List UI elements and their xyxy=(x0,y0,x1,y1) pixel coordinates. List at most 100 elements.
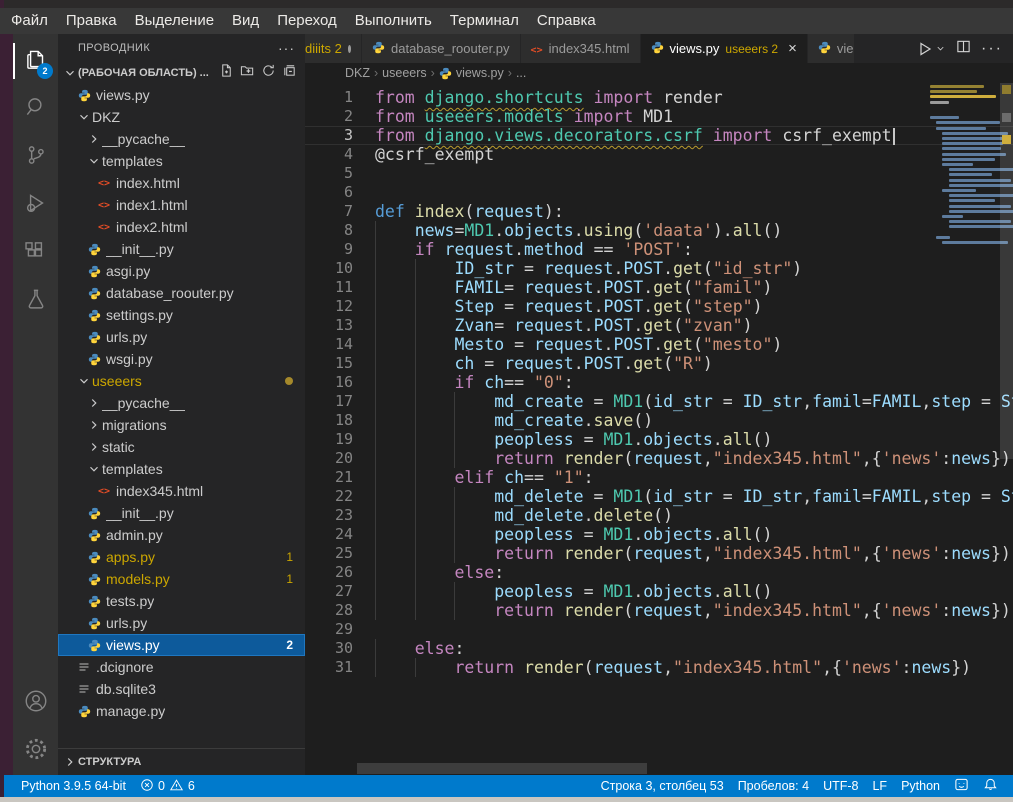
menu-item[interactable]: Правка xyxy=(57,8,126,34)
breadcrumb-segment[interactable]: ... xyxy=(516,66,526,80)
menu-item[interactable]: Выделение xyxy=(126,8,223,34)
tree-item-__init__.py[interactable]: __init__.py xyxy=(58,502,305,524)
outline-section-header[interactable]: СТРУКТУРА xyxy=(58,748,305,775)
horizontal-scrollbar-thumb[interactable] xyxy=(357,763,647,774)
notifications-button[interactable] xyxy=(976,777,1005,795)
tree-item-db.sqlite3[interactable]: db.sqlite3 xyxy=(58,678,305,700)
tree-item-__pycache__[interactable]: __pycache__ xyxy=(58,392,305,414)
tree-item-asgi.py[interactable]: asgi.py xyxy=(58,260,305,282)
horizontal-scrollbar[interactable] xyxy=(305,763,1000,775)
encoding-status[interactable]: UTF-8 xyxy=(816,777,865,795)
settings-button[interactable] xyxy=(13,727,58,775)
menu-item[interactable]: Выполнить xyxy=(346,8,441,34)
tree-item-migrations[interactable]: migrations xyxy=(58,414,305,436)
minimap-line xyxy=(930,85,984,88)
indentation-status[interactable]: Пробелов: 4 xyxy=(731,777,816,795)
new-file-icon[interactable] xyxy=(219,63,234,83)
refresh-icon[interactable] xyxy=(261,63,276,83)
tree-item-admin.py[interactable]: admin.py xyxy=(58,524,305,546)
bell-icon xyxy=(983,777,998,795)
activity-search-button[interactable] xyxy=(13,85,58,133)
close-icon[interactable]: × xyxy=(788,40,797,57)
py-file-icon xyxy=(651,41,664,57)
eol-status[interactable]: LF xyxy=(865,777,894,795)
breadcrumb-segment[interactable]: useeers xyxy=(382,66,426,80)
menu-item[interactable]: Вид xyxy=(223,8,268,34)
account-button[interactable] xyxy=(13,679,58,727)
code-line-23: 23md_delete.delete() xyxy=(305,506,1013,525)
overview-warning-mark xyxy=(1002,135,1011,144)
tree-item-index.html[interactable]: <>index.html xyxy=(58,172,305,194)
run-python-file-button[interactable] xyxy=(917,41,946,57)
line-number: 31 xyxy=(305,658,353,677)
tree-item-templates[interactable]: templates xyxy=(58,150,305,172)
tab-views.py[interactable]: views.pyuseeers 2× xyxy=(641,34,808,63)
python-interpreter-status[interactable]: Python 3.9.5 64-bit xyxy=(14,778,133,795)
sidebar-more-actions-icon[interactable]: ··· xyxy=(278,40,295,56)
workspace-section-header[interactable]: (РАБОЧАЯ ОБЛАСТЬ) ... xyxy=(58,62,305,84)
problems-status[interactable]: 0 6 xyxy=(133,778,202,795)
tab-index345.html[interactable]: <>index345.html xyxy=(521,34,641,63)
activity-explorer-button[interactable]: 2 xyxy=(13,37,58,85)
menu-item[interactable]: Файл xyxy=(2,8,57,34)
breadcrumb-segment[interactable]: views.py xyxy=(439,66,504,80)
activity-source-control-button[interactable] xyxy=(13,133,58,181)
tree-item-tests.py[interactable]: tests.py xyxy=(58,590,305,612)
source-control-icon xyxy=(23,142,49,173)
tree-item-urls.py[interactable]: urls.py xyxy=(58,612,305,634)
minimap[interactable] xyxy=(930,85,1000,260)
py-file-icon xyxy=(86,287,102,300)
py-file-icon xyxy=(86,309,102,322)
tree-item-index1.html[interactable]: <>index1.html xyxy=(58,194,305,216)
tree-item-models.py[interactable]: models.py1 xyxy=(58,568,305,590)
line-number: 14 xyxy=(305,335,353,354)
tree-item-.dcignore[interactable]: .dcignore xyxy=(58,656,305,678)
tree-item-apps.py[interactable]: apps.py1 xyxy=(58,546,305,568)
cursor-position-status[interactable]: Строка 3, столбец 53 xyxy=(594,777,731,795)
tree-item-settings.py[interactable]: settings.py xyxy=(58,304,305,326)
chevron-down-icon xyxy=(62,66,78,80)
activity-extensions-button[interactable] xyxy=(13,229,58,277)
line-number: 21 xyxy=(305,468,353,487)
vscode-window: ФайлПравкаВыделениеВидПереходВыполнитьТе… xyxy=(0,0,1013,802)
breadcrumb-segment[interactable]: DKZ xyxy=(345,66,370,80)
chevron-down-icon xyxy=(76,374,92,388)
tree-item-static[interactable]: static xyxy=(58,436,305,458)
activity-run-debug-button[interactable] xyxy=(13,181,58,229)
collapse-all-icon[interactable] xyxy=(282,63,297,83)
line-number: 4 xyxy=(305,145,353,164)
tab-diiits 2[interactable]: diiits 2 xyxy=(305,34,362,63)
editor-more-actions-icon[interactable]: ··· xyxy=(981,40,1003,58)
code-line-15: 15ch = request.POST.get("R") xyxy=(305,354,1013,373)
code-line-5: 5 xyxy=(305,164,1013,183)
code-line-7: 7def index(request): xyxy=(305,202,1013,221)
tree-item-views.py[interactable]: views.py2 xyxy=(58,634,305,656)
tree-item-manage.py[interactable]: manage.py xyxy=(58,700,305,722)
tree-item-views.py[interactable]: views.py xyxy=(58,84,305,106)
tree-item-wsgi.py[interactable]: wsgi.py xyxy=(58,348,305,370)
language-mode-status[interactable]: Python xyxy=(894,777,947,795)
tree-item-index2.html[interactable]: <>index2.html xyxy=(58,216,305,238)
tree-item-urls.py[interactable]: urls.py xyxy=(58,326,305,348)
new-folder-icon[interactable] xyxy=(240,63,255,83)
tree-item-templates[interactable]: templates xyxy=(58,458,305,480)
feedback-button[interactable] xyxy=(947,777,976,795)
tab-vie[interactable]: vie xyxy=(808,34,854,63)
tree-item-index345.html[interactable]: <>index345.html xyxy=(58,480,305,502)
activity-testing-button[interactable] xyxy=(13,277,58,325)
vertical-scrollbar[interactable] xyxy=(1000,83,1013,775)
tree-item-__init__.py[interactable]: __init__.py xyxy=(58,238,305,260)
tree-item-useeers[interactable]: useeers xyxy=(58,370,305,392)
code-editor[interactable]: 1from django.shortcuts import render2fro… xyxy=(305,83,1013,775)
menu-item[interactable]: Терминал xyxy=(441,8,528,34)
menu-item[interactable]: Справка xyxy=(528,8,605,34)
line-number: 6 xyxy=(305,183,353,202)
tree-item-DKZ[interactable]: DKZ xyxy=(58,106,305,128)
file-tree: views.pyDKZ__pycache__templates<>index.h… xyxy=(58,84,305,748)
split-editor-icon[interactable] xyxy=(956,39,971,59)
tree-item-__pycache__[interactable]: __pycache__ xyxy=(58,128,305,150)
tree-item-database_roouter.py[interactable]: database_roouter.py xyxy=(58,282,305,304)
menu-item[interactable]: Переход xyxy=(268,8,346,34)
tab-database_roouter.py[interactable]: database_roouter.py xyxy=(362,34,521,63)
code-line-26: 26else: xyxy=(305,563,1013,582)
